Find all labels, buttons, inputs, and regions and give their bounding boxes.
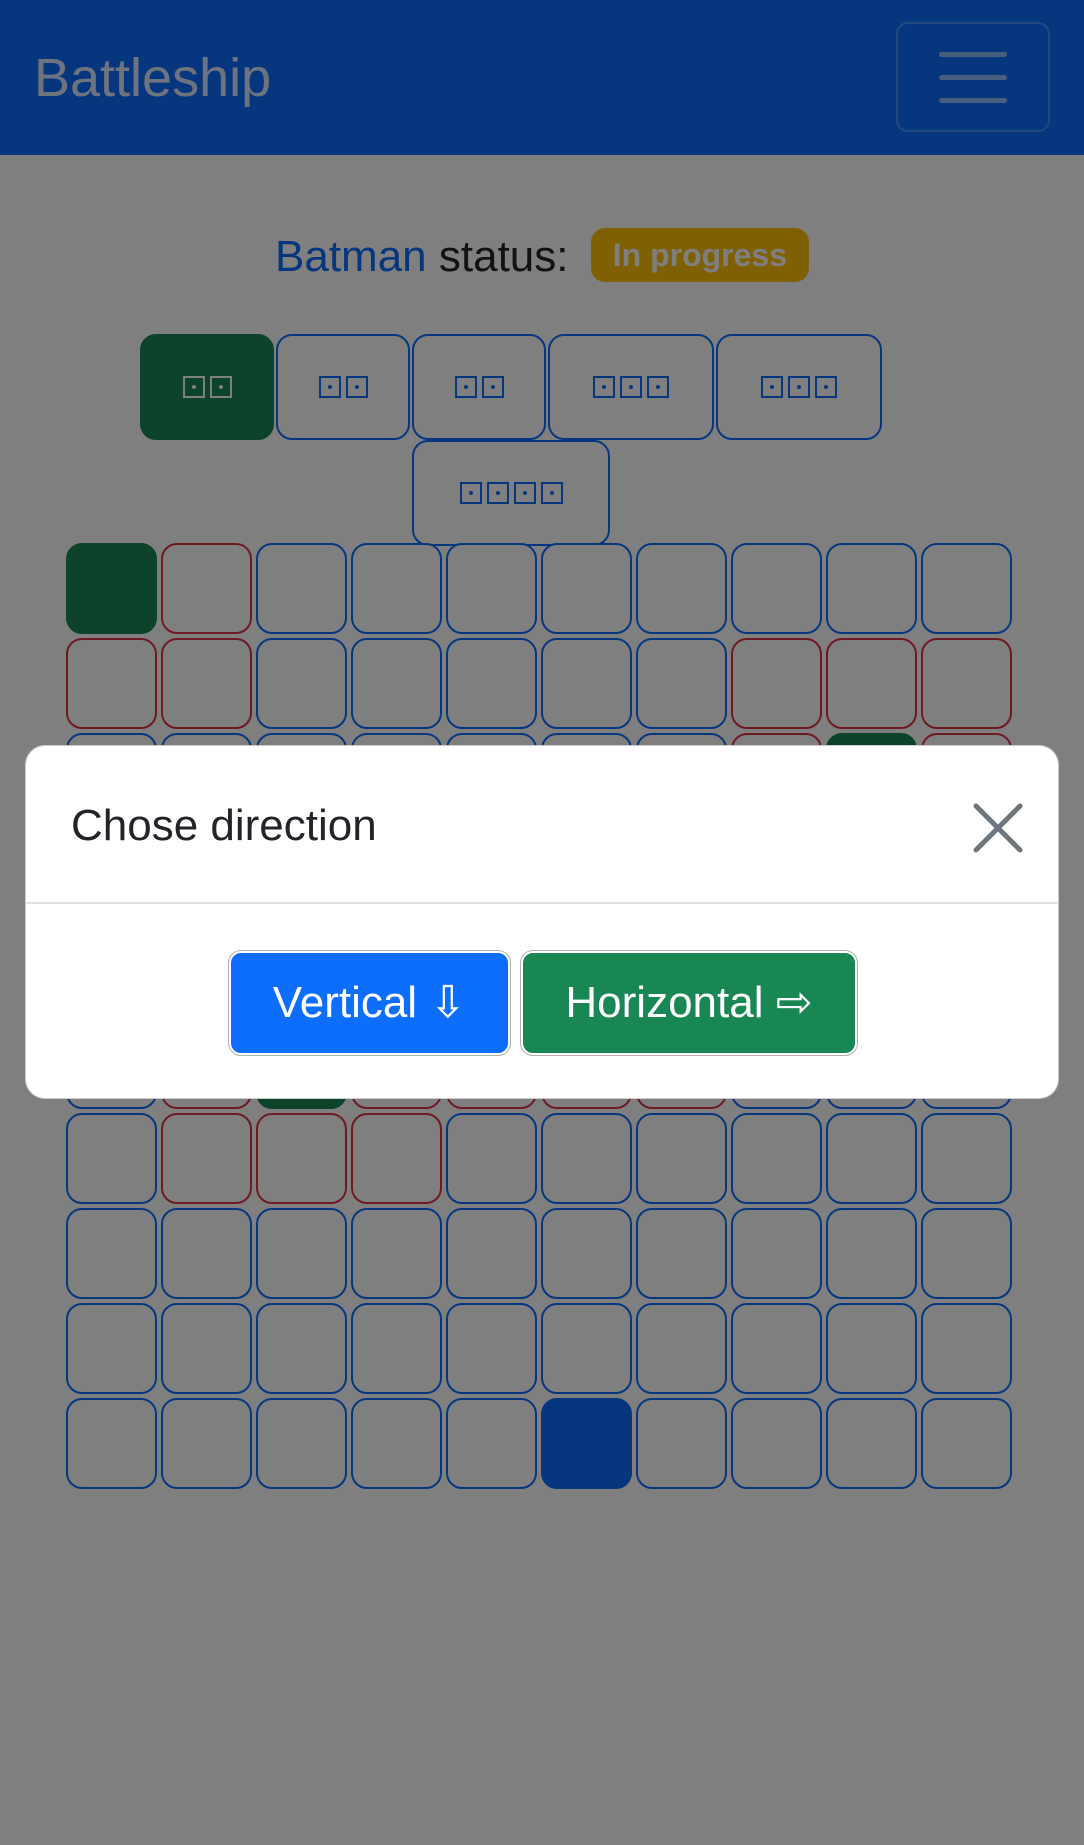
direction-modal: Chose direction Vertical ⇩ Horizontal ⇨ bbox=[25, 745, 1059, 1099]
arrow-down-icon: ⇩ bbox=[429, 977, 467, 1028]
modal-header: Chose direction bbox=[26, 746, 1058, 904]
close-icon bbox=[973, 803, 1023, 853]
vertical-button-label: Vertical bbox=[272, 978, 418, 1027]
arrow-right-icon: ⇨ bbox=[775, 977, 813, 1028]
close-button[interactable] bbox=[966, 796, 1030, 860]
horizontal-button[interactable]: Horizontal ⇨ bbox=[520, 950, 858, 1056]
modal-title: Chose direction bbox=[71, 801, 377, 850]
horizontal-button-label: Horizontal bbox=[565, 978, 764, 1027]
vertical-button[interactable]: Vertical ⇩ bbox=[228, 950, 511, 1056]
